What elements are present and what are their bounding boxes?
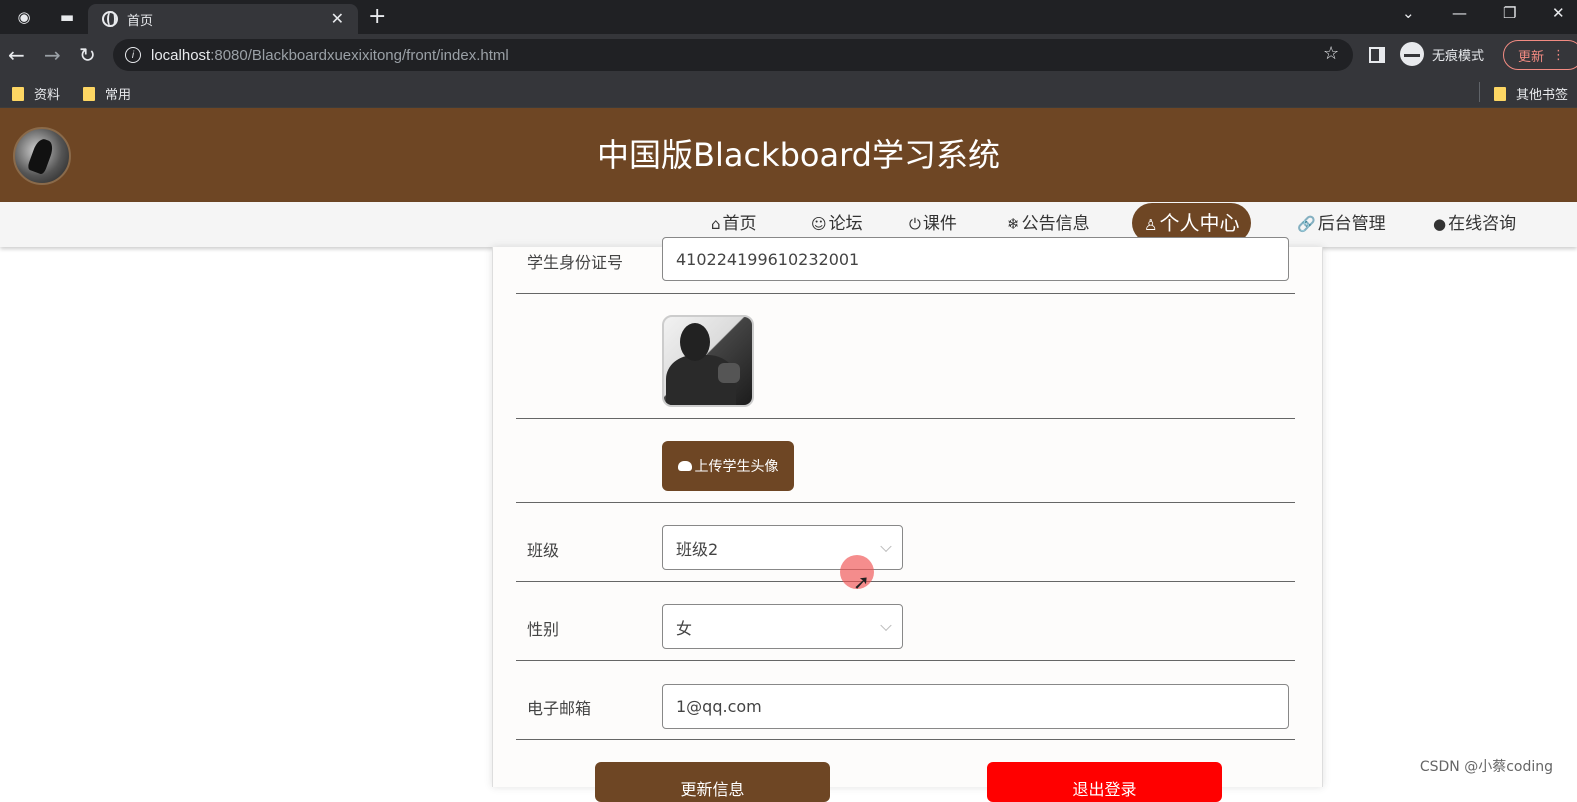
incognito-indicator[interactable]: 无痕模式: [1400, 42, 1484, 66]
back-button[interactable]: ←: [8, 43, 25, 67]
avatar-hand-shape: [718, 363, 740, 383]
chat-icon: ●: [1433, 215, 1447, 233]
row-divider: [516, 581, 1295, 582]
update-label: 更新: [1518, 49, 1545, 65]
tab-list-chevron-icon[interactable]: ⌄: [1402, 4, 1415, 22]
window-close-button[interactable]: ✕: [1552, 4, 1565, 22]
browser-toolbar: ← → ↻ i localhost:8080/Blackboardxuexixi…: [0, 34, 1577, 76]
other-bookmarks-folder[interactable]: 其他书签: [1494, 84, 1568, 103]
gender-selected-value: 女: [676, 618, 693, 638]
url-path: :8080/Blackboardxuexixitong/front/index.…: [210, 46, 509, 64]
folder-icon: [83, 86, 95, 101]
row-divider: [516, 660, 1295, 661]
reload-button[interactable]: ↻: [79, 43, 96, 67]
home-icon: ⌂: [711, 215, 721, 233]
logout-button[interactable]: 退出登录: [987, 762, 1222, 802]
tab-title: 首页: [127, 13, 154, 29]
bookmark-folder-ziliao[interactable]: 资料: [12, 84, 60, 103]
class-selected-value: 班级2: [676, 539, 719, 559]
avatar-head-shape: [680, 323, 710, 361]
folder-icon: [12, 86, 24, 101]
tab-search-icon[interactable]: ▬: [57, 7, 77, 27]
row-divider: [516, 502, 1295, 503]
folder-icon: [1494, 86, 1506, 101]
gender-label: 性别: [527, 620, 560, 639]
forum-icon: ☺: [811, 215, 827, 233]
bookmarks-divider: [1479, 82, 1480, 102]
id-number-input[interactable]: 410224199610232001: [662, 237, 1289, 281]
bookmark-star-icon[interactable]: ☆: [1323, 43, 1339, 64]
nav-label: 后台管理: [1317, 214, 1386, 234]
close-tab-icon[interactable]: ✕: [331, 9, 344, 28]
gender-select[interactable]: 女: [662, 604, 903, 649]
minimize-button[interactable]: —: [1452, 4, 1467, 22]
link-icon: 🔗: [1297, 215, 1316, 233]
email-label: 电子邮箱: [527, 699, 592, 718]
chevron-down-icon: [880, 619, 892, 631]
email-input[interactable]: 1@qq.com: [662, 684, 1289, 729]
nav-item-online-consult[interactable]: ● 在线咨询: [1433, 202, 1516, 247]
forward-button[interactable]: →: [44, 43, 61, 67]
incognito-icon: [1400, 42, 1424, 66]
browser-tab-home[interactable]: 首页 ✕: [88, 4, 358, 34]
nav-label: 论坛: [828, 214, 863, 234]
nav-label: 在线咨询: [1448, 214, 1517, 234]
update-info-button[interactable]: 更新信息: [595, 762, 830, 802]
update-button[interactable]: 更新 ⋮: [1503, 40, 1577, 70]
profile-form-card: 学生身份证号 410224199610232001 上传学生头像 班级 班级2 …: [492, 237, 1323, 802]
student-avatar-image: [662, 315, 754, 407]
nav-label: 个人中心: [1159, 211, 1240, 235]
side-panel-icon[interactable]: [1369, 47, 1385, 63]
snowflake-icon: ❄: [1007, 215, 1020, 233]
nav-label: 公告信息: [1021, 214, 1090, 234]
bookmarks-bar: 资料 常用 其他书签: [0, 76, 1577, 108]
site-title: 中国版Blackboard学习系统: [597, 136, 1000, 174]
more-menu-icon: ⋮: [1552, 47, 1566, 63]
browser-profile-icon[interactable]: ◉: [14, 7, 34, 27]
bookmark-folder-changyong[interactable]: 常用: [83, 84, 131, 103]
restore-button[interactable]: ❐: [1503, 4, 1516, 22]
cloud-upload-icon: [677, 461, 692, 471]
site-header: 中国版Blackboard学习系统: [0, 108, 1577, 202]
row-divider: [516, 739, 1295, 740]
row-divider: [516, 418, 1295, 419]
nav-label: 首页: [722, 214, 757, 234]
class-label: 班级: [527, 541, 560, 560]
bookmark-label: 资料: [34, 88, 61, 103]
site-info-icon[interactable]: i: [125, 47, 141, 63]
row-divider: [516, 293, 1295, 294]
globe-icon: [102, 11, 118, 27]
other-bookmarks-label: 其他书签: [1516, 88, 1569, 103]
new-tab-button[interactable]: +: [368, 4, 386, 29]
user-icon: ♙: [1144, 216, 1158, 234]
nav-item-admin[interactable]: 🔗 后台管理: [1297, 202, 1386, 247]
upload-label: 上传学生头像: [694, 459, 779, 475]
bookmark-label: 常用: [105, 88, 132, 103]
id-number-label: 学生身份证号: [527, 253, 624, 272]
upload-avatar-button[interactable]: 上传学生头像: [662, 441, 794, 491]
csdn-watermark: CSDN @小蔡coding: [1419, 759, 1553, 775]
address-bar[interactable]: i localhost:8080/Blackboardxuexixitong/f…: [113, 39, 1353, 71]
incognito-label: 无痕模式: [1432, 48, 1485, 64]
chevron-down-icon: [880, 540, 892, 552]
browser-tab-bar: ◉ ▬ 首页 ✕ + ⌄ — ❐ ✕: [0, 0, 1577, 34]
url-host: localhost: [151, 46, 211, 64]
mouse-pointer-icon: ➚: [853, 570, 870, 594]
power-icon: ⏻: [909, 215, 921, 233]
nav-label: 课件: [922, 214, 957, 234]
